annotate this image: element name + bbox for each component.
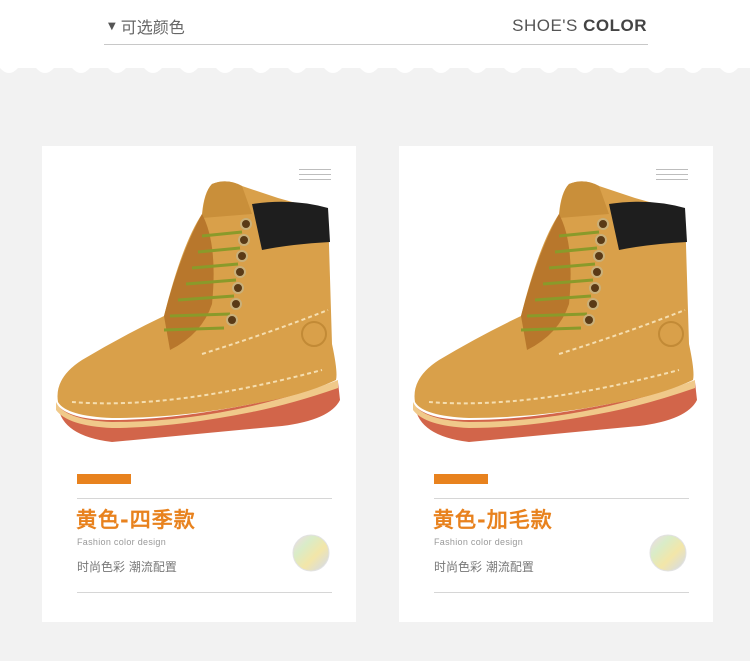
boot-image: [413, 181, 697, 442]
wave-divider: [0, 66, 750, 73]
triangle-down-icon: ▼: [108, 20, 116, 32]
card-bottom-divider: [434, 592, 689, 593]
color-card-yellow-all-season[interactable]: 黄色-四季款 Fashion color design 时尚色彩 潮流配置: [42, 146, 356, 622]
card-title: 黄色-加毛款: [433, 508, 553, 532]
color-card-yellow-fleece[interactable]: 黄色-加毛款 Fashion color design 时尚色彩 潮流配置: [399, 146, 713, 622]
card-title: 黄色-四季款: [76, 508, 196, 532]
card-divider: [434, 498, 689, 499]
section-title: SHOE'S COLOR: [512, 16, 647, 36]
section-title-bold: COLOR: [583, 16, 647, 35]
boot-image: [56, 181, 340, 442]
holographic-sticker-icon: [292, 534, 330, 572]
accent-bar: [434, 474, 488, 484]
header-divider: [104, 44, 648, 45]
card-subtitle-english: Fashion color design: [434, 537, 524, 547]
card-bottom-divider: [77, 592, 332, 593]
card-subtitle-chinese: 时尚色彩 潮流配置: [434, 560, 534, 574]
section-title-prefix: SHOE'S: [512, 16, 578, 35]
holographic-sticker-icon: [649, 534, 687, 572]
color-options-dropdown[interactable]: ▼ 可选颜色: [108, 14, 185, 38]
card-subtitle-chinese: 时尚色彩 潮流配置: [77, 560, 177, 574]
card-subtitle-english: Fashion color design: [77, 537, 167, 547]
accent-bar: [77, 474, 131, 484]
color-options-label: 可选颜色: [120, 18, 185, 37]
card-divider: [77, 498, 332, 499]
